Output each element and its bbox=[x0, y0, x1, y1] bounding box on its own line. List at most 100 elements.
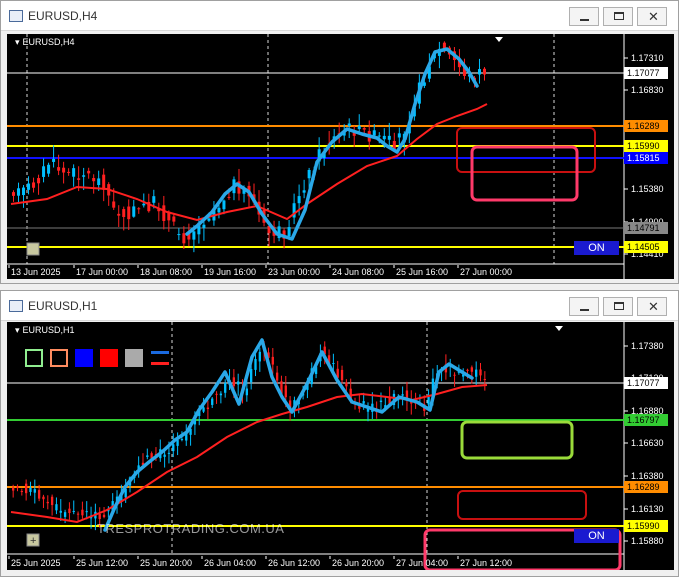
candle-body bbox=[72, 511, 75, 513]
candle-body bbox=[37, 490, 41, 499]
candle-body bbox=[163, 454, 166, 457]
candle-body bbox=[192, 231, 196, 240]
candle-body bbox=[357, 125, 361, 130]
candle-body bbox=[377, 135, 381, 137]
candle-body bbox=[245, 388, 248, 396]
time-scale-label: 25 Jun 2025 bbox=[11, 558, 61, 568]
candle-body bbox=[42, 496, 45, 500]
on-button[interactable]: ON bbox=[574, 241, 619, 255]
on-button[interactable]: ON bbox=[574, 529, 619, 543]
candle-body bbox=[42, 166, 46, 177]
close-button[interactable]: ✕ bbox=[637, 297, 667, 316]
time-scale-label: 27 Jun 00:00 bbox=[460, 267, 512, 277]
candle-body bbox=[50, 496, 54, 506]
candle-body bbox=[62, 167, 66, 173]
dropdown-triangle-icon[interactable]: ▾ bbox=[15, 37, 20, 48]
candle-body bbox=[372, 130, 376, 136]
price-scale-label: 1.16130 bbox=[631, 504, 664, 514]
chart-window-h4: EURUSD,H4 ✕ 1.17310 1.16830 1.15380 1.14… bbox=[0, 0, 679, 284]
maximize-button[interactable] bbox=[603, 7, 633, 26]
candle-body bbox=[47, 164, 51, 174]
candle-body bbox=[477, 69, 481, 75]
line-style-icon[interactable] bbox=[151, 351, 169, 365]
close-button[interactable]: ✕ bbox=[637, 7, 667, 26]
time-scale-label: 19 Jun 16:00 bbox=[204, 267, 256, 277]
color-swatch[interactable] bbox=[75, 349, 93, 367]
close-icon: ✕ bbox=[648, 299, 659, 314]
time-scale-label: 18 Jun 08:00 bbox=[140, 267, 192, 277]
minimize-button[interactable] bbox=[569, 7, 599, 26]
price-scale-label: 1.16830 bbox=[631, 85, 664, 95]
price-scale-label: 1.15380 bbox=[631, 184, 664, 194]
candle-body bbox=[37, 178, 41, 184]
minimize-button[interactable] bbox=[569, 297, 599, 316]
scroll-icon bbox=[26, 242, 40, 256]
price-level-tag: 1.16797 bbox=[624, 414, 668, 426]
price-level-tag: 1.16289 bbox=[624, 120, 668, 132]
candle-body bbox=[302, 190, 306, 193]
candle-body bbox=[72, 168, 76, 177]
minimize-icon bbox=[580, 19, 589, 21]
window-titlebar[interactable]: EURUSD,H4 ✕ bbox=[1, 1, 678, 31]
time-scale-label: 27 Jun 12:00 bbox=[460, 558, 512, 568]
candle-body bbox=[206, 407, 210, 410]
candle-body bbox=[12, 487, 15, 491]
candle-body bbox=[258, 351, 261, 362]
chart-canvas-h1[interactable]: 1.173801.171301.168801.166301.163801.161… bbox=[7, 322, 674, 570]
color-swatch[interactable] bbox=[125, 349, 143, 367]
time-scale-h1: 25 Jun 2025 25 Jun 12:00 25 Jun 20:00 26 Ju… bbox=[8, 556, 512, 568]
candle-body bbox=[483, 379, 486, 381]
window-titlebar[interactable]: EURUSD,H1 ✕ bbox=[1, 291, 678, 321]
candle-body bbox=[284, 385, 287, 398]
candle-body bbox=[52, 158, 56, 162]
candle-body bbox=[142, 203, 146, 206]
time-scale-label: 26 Jun 12:00 bbox=[268, 558, 320, 568]
color-swatch[interactable] bbox=[100, 349, 118, 367]
candle-body bbox=[215, 393, 218, 395]
dark-red-zone-box bbox=[457, 490, 587, 520]
candle-body bbox=[362, 128, 366, 130]
price-scale-label: 1.16630 bbox=[631, 438, 664, 448]
time-scale-label: 25 Jun 20:00 bbox=[140, 558, 192, 568]
candle-body bbox=[98, 514, 101, 520]
time-scale-label: 26 Jun 04:00 bbox=[204, 558, 256, 568]
lime-zone-box bbox=[460, 420, 574, 460]
candle-body bbox=[475, 369, 478, 377]
candle-body bbox=[59, 510, 62, 513]
candle-body bbox=[401, 394, 404, 396]
candle-body bbox=[24, 483, 28, 494]
candle-body bbox=[102, 514, 106, 518]
price-scale-label: 1.17310 bbox=[631, 53, 664, 63]
candle-body bbox=[22, 187, 26, 196]
time-scale-label: 26 Jun 20:00 bbox=[332, 558, 384, 568]
candle-body bbox=[202, 407, 205, 412]
dropdown-triangle-icon[interactable]: ▾ bbox=[15, 325, 20, 336]
candle-body bbox=[112, 201, 116, 208]
chart-window-icon bbox=[9, 300, 23, 312]
candle-body bbox=[271, 356, 274, 365]
price-scale-label: 1.16380 bbox=[631, 471, 664, 481]
candle-body bbox=[182, 233, 186, 244]
chart-canvas-h4[interactable]: 1.173101.168301.158701.153801.149001.144… bbox=[7, 34, 674, 279]
symbol-text: EURUSD,H1 bbox=[22, 325, 75, 335]
svg-text:+: + bbox=[30, 535, 36, 547]
price-scale-h1: 1.173801.171301.168801.166301.163801.161… bbox=[624, 341, 664, 546]
candle-body bbox=[127, 206, 131, 220]
candle-body bbox=[347, 123, 351, 127]
price-scale-label: 1.17380 bbox=[631, 341, 664, 351]
time-scale-label: 25 Jun 12:00 bbox=[76, 558, 128, 568]
candle-body bbox=[379, 400, 383, 402]
candle-body bbox=[453, 374, 456, 376]
window-title: EURUSD,H4 bbox=[28, 9, 98, 23]
candle-body bbox=[224, 382, 227, 393]
candle-body bbox=[12, 192, 16, 196]
color-swatch[interactable] bbox=[25, 349, 43, 367]
maximize-button[interactable] bbox=[603, 297, 633, 316]
time-scale-label: 25 Jun 16:00 bbox=[396, 267, 448, 277]
candle-body bbox=[470, 367, 474, 372]
price-level-tag: 1.16289 bbox=[624, 481, 668, 493]
color-swatch[interactable] bbox=[50, 349, 68, 367]
candle-body bbox=[382, 135, 386, 140]
candle-body bbox=[29, 487, 32, 492]
candle-body bbox=[250, 368, 253, 383]
